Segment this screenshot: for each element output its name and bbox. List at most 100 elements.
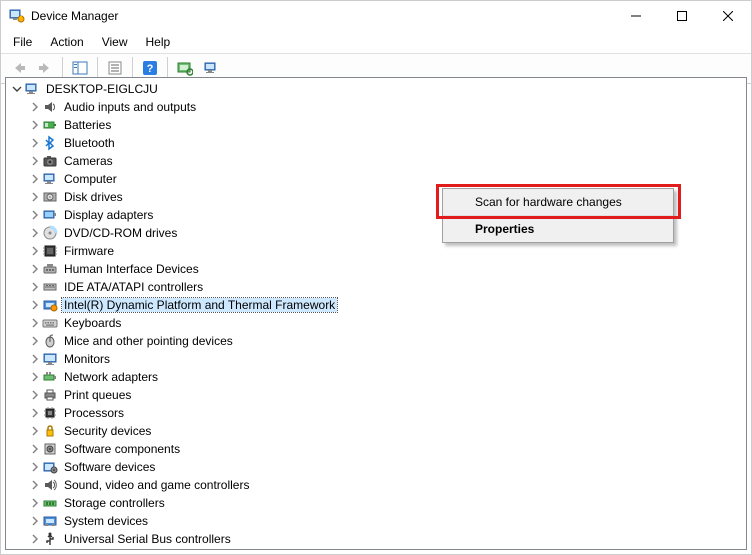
- chevron-right-icon[interactable]: [28, 244, 42, 258]
- monitor-icon: [42, 351, 58, 367]
- tree-node-label: Storage controllers: [62, 496, 167, 510]
- chevron-right-icon[interactable]: [28, 406, 42, 420]
- tree-node-label: Cameras: [62, 154, 115, 168]
- chevron-right-icon[interactable]: [28, 514, 42, 528]
- tree-node[interactable]: Processors: [6, 404, 746, 422]
- tree-node[interactable]: Audio inputs and outputs: [6, 98, 746, 116]
- chevron-right-icon[interactable]: [28, 154, 42, 168]
- tree-node[interactable]: Keyboards: [6, 314, 746, 332]
- tree-node-label: Human Interface Devices: [62, 262, 201, 276]
- properties-button[interactable]: [103, 57, 127, 79]
- chevron-down-icon[interactable]: [10, 82, 24, 96]
- svg-text:?: ?: [147, 63, 154, 75]
- menu-view[interactable]: View: [94, 33, 136, 51]
- chevron-right-icon[interactable]: [28, 190, 42, 204]
- chevron-right-icon[interactable]: [28, 100, 42, 114]
- hid-icon: [42, 261, 58, 277]
- tree-node[interactable]: System devices: [6, 512, 746, 530]
- tree-node[interactable]: Storage controllers: [6, 494, 746, 512]
- maximize-button[interactable]: [659, 1, 705, 31]
- tree-node[interactable]: IDE ATA/ATAPI controllers: [6, 278, 746, 296]
- chevron-right-icon[interactable]: [28, 280, 42, 294]
- tree-node[interactable]: Firmware: [6, 242, 746, 260]
- chevron-right-icon[interactable]: [28, 496, 42, 510]
- tree-node-label: Print queues: [62, 388, 133, 402]
- chevron-right-icon[interactable]: [28, 352, 42, 366]
- storage-controller-icon: [42, 495, 58, 511]
- mouse-icon: [42, 333, 58, 349]
- tree-node-label: Software devices: [62, 460, 157, 474]
- tree-node[interactable]: DESKTOP-EIGLCJU: [6, 80, 746, 98]
- tree-node-label: Sound, video and game controllers: [62, 478, 251, 492]
- tree-node[interactable]: Software devices: [6, 458, 746, 476]
- computer-icon: [42, 171, 58, 187]
- chevron-right-icon[interactable]: [28, 262, 42, 276]
- toolbar-separator: [62, 57, 63, 79]
- device-tree[interactable]: DESKTOP-EIGLCJU Audio inputs and outputs B…: [6, 78, 746, 549]
- close-button[interactable]: [705, 1, 751, 31]
- tree-node[interactable]: Mice and other pointing devices: [6, 332, 746, 350]
- chevron-right-icon[interactable]: [28, 118, 42, 132]
- tree-node[interactable]: Sound, video and game controllers: [6, 476, 746, 494]
- tree-node[interactable]: Universal Serial Bus controllers: [6, 530, 746, 548]
- minimize-button[interactable]: [613, 1, 659, 31]
- chevron-right-icon[interactable]: [28, 424, 42, 438]
- back-button[interactable]: [7, 57, 31, 79]
- tree-node[interactable]: Computer: [6, 170, 746, 188]
- security-device-icon: [42, 423, 58, 439]
- menu-action[interactable]: Action: [42, 33, 91, 51]
- chevron-right-icon[interactable]: [28, 478, 42, 492]
- chevron-right-icon[interactable]: [28, 172, 42, 186]
- tree-node-label: DVD/CD-ROM drives: [62, 226, 179, 240]
- ide-icon: [42, 279, 58, 295]
- processor-icon: [42, 405, 58, 421]
- show-hide-tree-button[interactable]: [68, 57, 92, 79]
- window-controls: [613, 1, 751, 31]
- context-menu: Scan for hardware changes Properties: [442, 188, 674, 243]
- tree-node[interactable]: Human Interface Devices: [6, 260, 746, 278]
- software-device-icon: [42, 459, 58, 475]
- chevron-right-icon[interactable]: [28, 208, 42, 222]
- tree-node[interactable]: Print queues: [6, 386, 746, 404]
- tree-node-label: DESKTOP-EIGLCJU: [44, 82, 160, 96]
- computer-icon: [24, 81, 40, 97]
- tree-node-label: Intel(R) Dynamic Platform and Thermal Fr…: [62, 298, 337, 312]
- chevron-right-icon[interactable]: [28, 388, 42, 402]
- tree-node-label: Mice and other pointing devices: [62, 334, 235, 348]
- chevron-right-icon[interactable]: [28, 226, 42, 240]
- chevron-right-icon[interactable]: [28, 136, 42, 150]
- tree-node-label: Firmware: [62, 244, 116, 258]
- chevron-right-icon[interactable]: [28, 316, 42, 330]
- chevron-right-icon[interactable]: [28, 334, 42, 348]
- tree-node[interactable]: Security devices: [6, 422, 746, 440]
- chevron-right-icon[interactable]: [28, 532, 42, 546]
- ctx-scan-hardware[interactable]: Scan for hardware changes: [443, 189, 673, 216]
- tree-node-label: Disk drives: [62, 190, 125, 204]
- ctx-properties[interactable]: Properties: [443, 216, 673, 242]
- tree-node-label: Computer: [62, 172, 119, 186]
- scan-hardware-button[interactable]: [173, 57, 197, 79]
- tree-node-label: Audio inputs and outputs: [62, 100, 198, 114]
- tree-node[interactable]: Batteries: [6, 116, 746, 134]
- tree-node[interactable]: Bluetooth: [6, 134, 746, 152]
- forward-button[interactable]: [33, 57, 57, 79]
- tree-node[interactable]: Cameras: [6, 152, 746, 170]
- devices-by-connection-button[interactable]: [199, 57, 223, 79]
- tree-node[interactable]: Software components: [6, 440, 746, 458]
- chevron-right-icon[interactable]: [28, 442, 42, 456]
- help-button[interactable]: ?: [138, 57, 162, 79]
- tree-node[interactable]: Intel(R) Dynamic Platform and Thermal Fr…: [6, 296, 746, 314]
- chevron-right-icon[interactable]: [28, 370, 42, 384]
- chevron-right-icon[interactable]: [28, 460, 42, 474]
- tree-node-label: Monitors: [62, 352, 112, 366]
- tree-node[interactable]: Network adapters: [6, 368, 746, 386]
- titlebar-left: Device Manager: [9, 8, 118, 24]
- menu-file[interactable]: File: [5, 33, 40, 51]
- tree-node[interactable]: Monitors: [6, 350, 746, 368]
- firmware-icon: [42, 243, 58, 259]
- sound-video-icon: [42, 477, 58, 493]
- printer-icon: [42, 387, 58, 403]
- toolbar-separator: [132, 57, 133, 79]
- chevron-right-icon[interactable]: [28, 298, 42, 312]
- menu-help[interactable]: Help: [138, 33, 179, 51]
